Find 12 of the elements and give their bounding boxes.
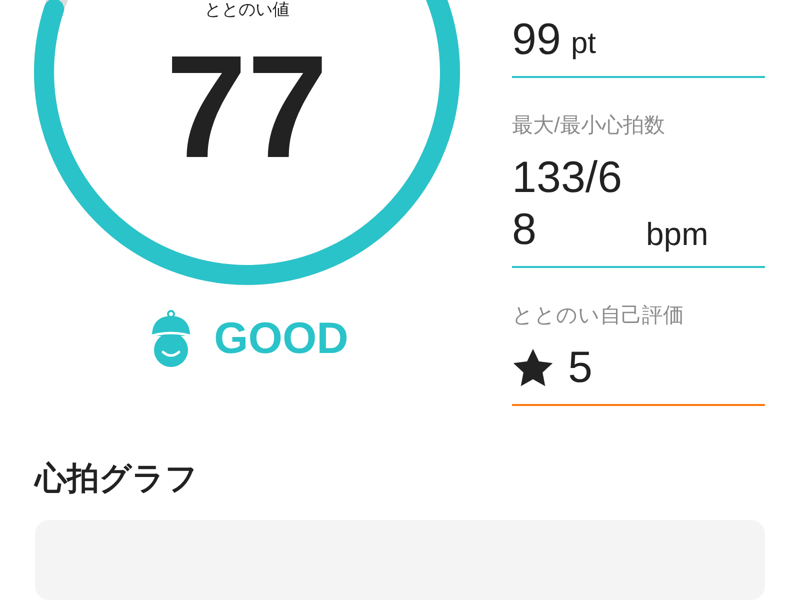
gauge-label: ととのい値 bbox=[204, 0, 290, 20]
rating-value: 5 bbox=[568, 342, 592, 394]
section-title: 心拍グラフ bbox=[35, 459, 199, 498]
star-icon bbox=[512, 348, 554, 388]
metric-value: 133/68 bbox=[512, 152, 624, 256]
metric-unit: pt bbox=[570, 26, 596, 62]
metric-label: 最大/最小心拍数 bbox=[512, 113, 666, 139]
metric-unit: bpm bbox=[646, 215, 708, 254]
metric-value: 99 bbox=[512, 14, 561, 66]
score-value: 77 bbox=[166, 34, 328, 180]
metric-label: ととのい自己評価 bbox=[512, 303, 685, 329]
status-label: GOOD bbox=[214, 313, 348, 365]
